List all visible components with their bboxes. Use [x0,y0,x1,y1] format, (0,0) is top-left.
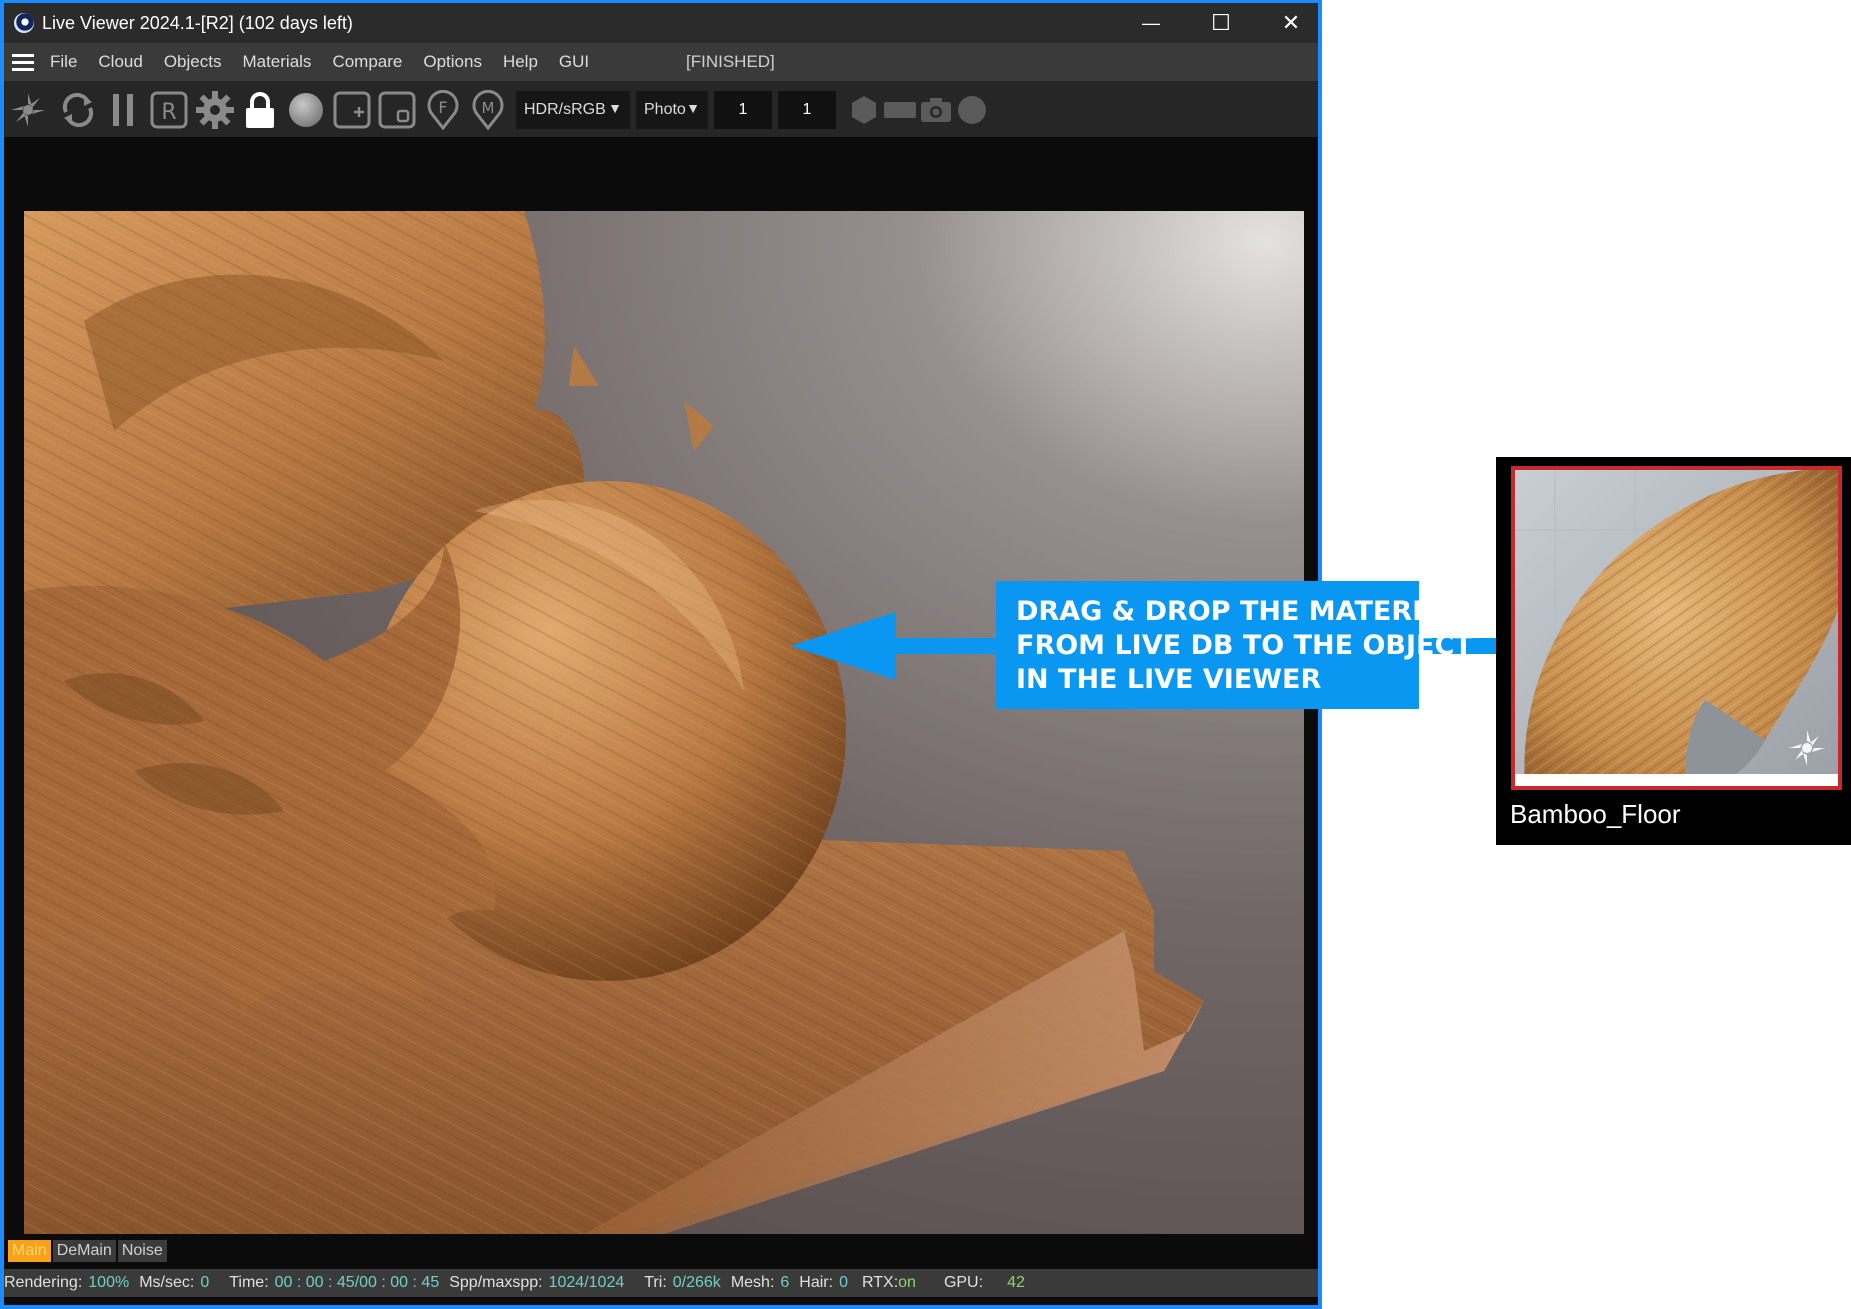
time-label: Time: [229,1274,269,1291]
gear-icon[interactable] [195,90,235,130]
callout-line-3: IN THE LIVE VIEWER [1016,664,1322,695]
tab-demain[interactable]: DeMain [52,1240,116,1262]
mssec-value: 0 [200,1274,210,1291]
tri-label: Tri: [644,1274,667,1291]
octane-icon[interactable] [8,90,48,130]
spp-value: 1024/1024 [548,1274,625,1291]
menu-compare[interactable]: Compare [332,52,402,72]
maximize-icon: ☐ [1211,10,1231,35]
hamburger-menu-icon[interactable] [12,50,34,75]
svg-text:R: R [161,100,176,125]
toolbar: R F M HDR/sRGB ▼ Photo ▼ 1 1 [4,81,1318,137]
chevron-down-icon: ▼ [608,100,622,116]
close-icon: ✕ [1281,10,1301,35]
rtx-value: on [898,1274,916,1291]
pause-icon[interactable] [104,90,144,130]
tab-main[interactable]: Main [8,1240,51,1262]
colorspace-select[interactable]: HDR/sRGB ▼ [516,91,630,129]
chevron-down-icon: ▼ [686,100,700,116]
render-tabs: Main DeMain Noise [8,1240,169,1262]
m-pin-icon[interactable]: M [468,90,508,130]
close-button[interactable]: ✕ [1256,3,1326,43]
tri-value: 0/266k [672,1274,721,1291]
mesh-value: 6 [780,1274,790,1291]
colorspace-value: HDR/sRGB [524,101,606,118]
rendering-value: 100% [88,1274,130,1291]
refresh-icon[interactable] [58,90,98,130]
minimize-icon: — [1142,12,1160,33]
mssec-label: Ms/sec: [139,1274,195,1291]
material-name: Bamboo_Floor [1510,799,1681,829]
time-value: 00 : 00 : 45/00 : 00 : 45 [274,1274,440,1291]
value-a-field[interactable]: 1 [714,91,772,129]
rtx-label: RTX: [861,1274,899,1291]
hexagon-icon[interactable] [844,90,884,130]
app-logo-icon [14,13,34,33]
svg-text:F: F [438,98,447,117]
window-title: Live Viewer 2024.1-[R2] (102 days left) [42,12,353,33]
tab-noise[interactable]: Noise [117,1240,167,1262]
title-bar[interactable]: Live Viewer 2024.1-[R2] (102 days left) … [4,3,1318,43]
menu-help[interactable]: Help [503,52,538,72]
material-panel: Bamboo_Floor [1496,457,1851,845]
render-viewport[interactable] [24,211,1304,1234]
svg-text:M: M [482,99,495,117]
f-pin-icon[interactable]: F [423,90,463,130]
circle-icon[interactable] [952,90,992,130]
mode-value: Photo [644,101,686,118]
hair-value: 0 [839,1274,848,1291]
menu-bar: File Cloud Objects Materials Compare Opt… [4,43,1318,81]
rendering-label: Rendering: [4,1274,83,1291]
mesh-label: Mesh: [730,1274,775,1291]
camera-icon[interactable] [916,90,956,130]
rectangle-icon[interactable] [880,90,920,130]
material-preview [1515,470,1838,786]
hair-label: Hair: [799,1274,834,1291]
gpu-label: GPU: [943,1274,984,1291]
menu-gui[interactable]: GUI [559,52,589,72]
maximize-button[interactable]: ☐ [1186,3,1256,43]
callout-line-2: FROM LIVE DB TO THE OBJECT [1016,630,1473,661]
region-icon[interactable] [377,90,417,130]
material-thumbnail[interactable] [1511,466,1842,790]
mode-select[interactable]: Photo ▼ [636,91,708,129]
menu-file[interactable]: File [50,52,77,72]
menu-cloud[interactable]: Cloud [98,52,142,72]
lock-icon[interactable] [240,90,280,130]
menu-materials[interactable]: Materials [242,52,311,72]
render-status-text: [FINISHED] [686,52,775,71]
sphere-icon[interactable] [286,90,326,130]
add-icon[interactable] [332,90,372,130]
spp-label: Spp/maxspp: [449,1274,543,1291]
callout-line-1: DRAG & DROP THE MATERIAL [1016,596,1461,627]
menu-objects[interactable]: Objects [164,52,222,72]
instruction-callout: DRAG & DROP THE MATERIAL FROM LIVE DB TO… [996,581,1473,709]
r-icon[interactable]: R [149,90,189,130]
menu-options[interactable]: Options [423,52,482,72]
value-b-field[interactable]: 1 [778,91,836,129]
status-bar: Rendering: 100% Ms/sec: 0 Time: 00 : 00 … [4,1269,1318,1297]
gpu-value: 42 [1007,1274,1025,1291]
minimize-button[interactable]: — [1116,3,1186,43]
